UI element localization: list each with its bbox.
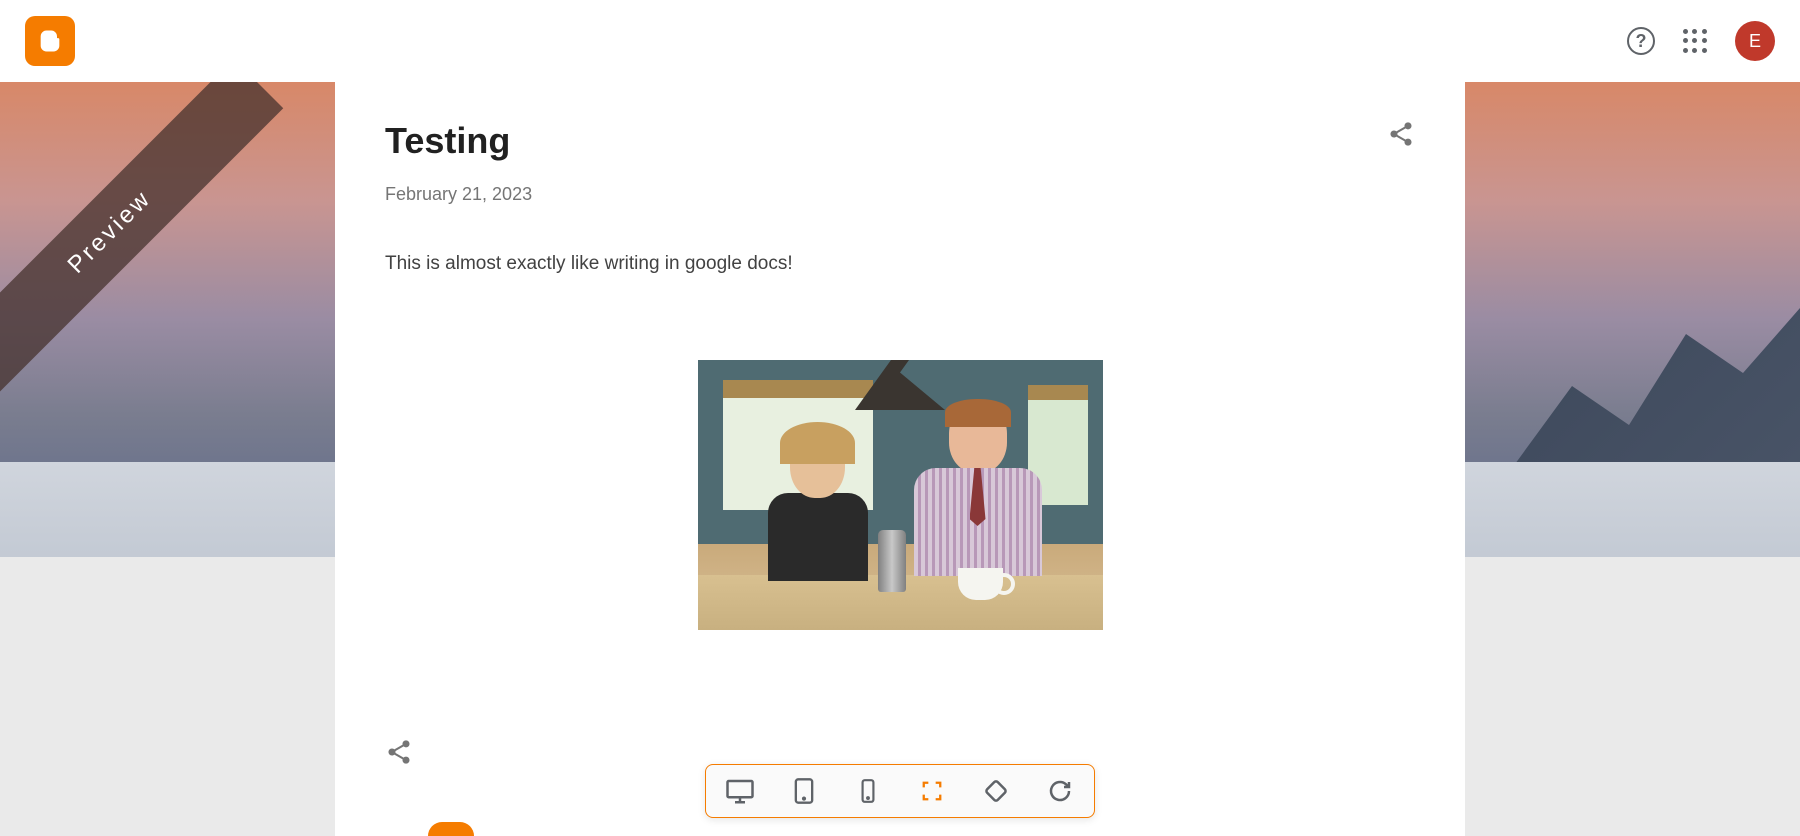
avatar[interactable]: E: [1735, 21, 1775, 61]
phone-view-button[interactable]: [852, 775, 884, 807]
phone-icon: [855, 778, 881, 804]
fullscreen-icon: [921, 780, 943, 802]
help-icon[interactable]: ?: [1627, 27, 1655, 55]
refresh-icon: [1048, 779, 1072, 803]
rotate-view-button[interactable]: [980, 775, 1012, 807]
share-icon[interactable]: [1387, 120, 1415, 148]
blogger-logo[interactable]: [25, 16, 75, 66]
post-panel: Testing February 21, 2023 This is almost…: [335, 82, 1465, 836]
apps-icon[interactable]: [1683, 29, 1707, 53]
post-image-container: [385, 360, 1415, 630]
fullscreen-view-button[interactable]: [916, 775, 948, 807]
desktop-icon: [725, 776, 755, 806]
header-right: ? E: [1627, 21, 1775, 61]
refresh-button[interactable]: [1044, 775, 1076, 807]
post-title: Testing: [385, 120, 510, 162]
app-header: ? E: [0, 0, 1800, 82]
share-icon-bottom[interactable]: [385, 738, 413, 766]
blogger-icon: [36, 27, 64, 55]
tablet-view-button[interactable]: [788, 775, 820, 807]
fab-peek: [428, 822, 474, 836]
share-bottom: [385, 738, 413, 771]
post-body: This is almost exactly like writing in g…: [385, 253, 1415, 275]
rotate-icon: [981, 776, 1011, 806]
post-date[interactable]: February 21, 2023: [385, 184, 1415, 205]
post-header: Testing: [385, 120, 1415, 162]
desktop-view-button[interactable]: [724, 775, 756, 807]
tablet-icon: [790, 777, 818, 805]
device-preview-toolbar: [705, 764, 1095, 818]
post-image[interactable]: [698, 360, 1103, 630]
